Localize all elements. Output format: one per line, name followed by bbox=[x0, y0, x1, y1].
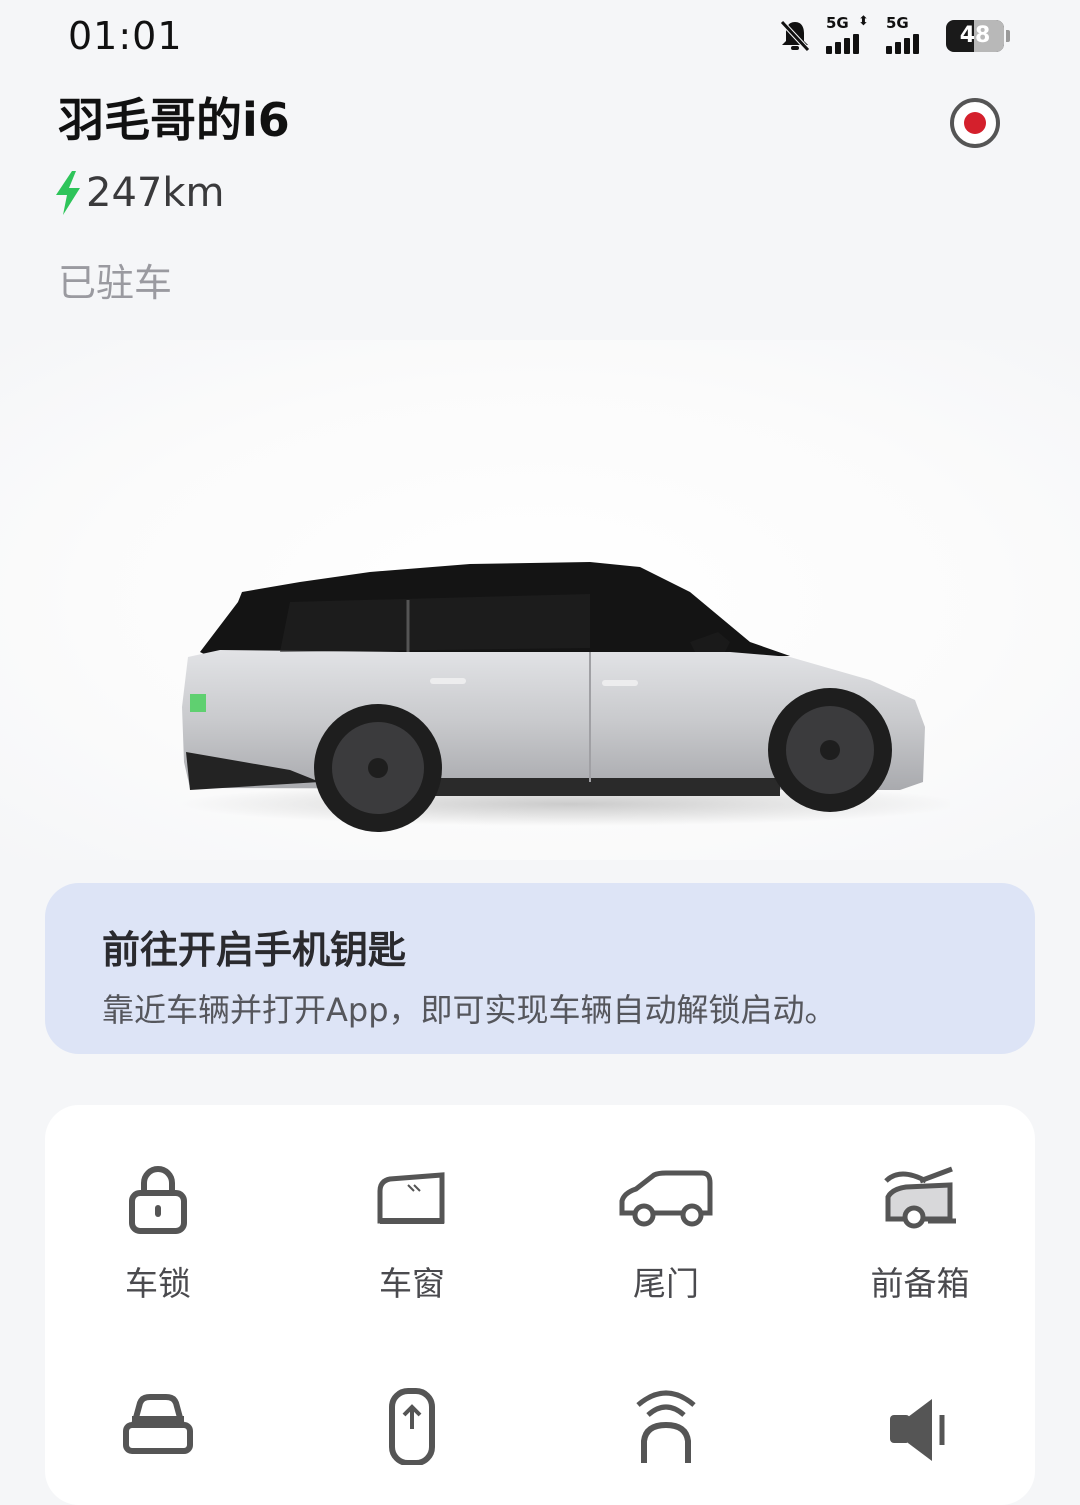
control-car-front[interactable] bbox=[58, 1385, 258, 1465]
control-lock[interactable]: 车锁 bbox=[58, 1157, 258, 1305]
control-car-top[interactable] bbox=[312, 1385, 512, 1465]
tailgate-icon bbox=[619, 1170, 713, 1227]
frunk-icon bbox=[884, 1166, 956, 1229]
window-icon bbox=[377, 1172, 445, 1224]
battery-tip bbox=[1006, 30, 1010, 42]
status-time: 01:01 bbox=[68, 14, 183, 58]
network-type-2: 5G bbox=[886, 14, 909, 32]
control-window[interactable]: 车窗 bbox=[312, 1157, 512, 1305]
vehicle-hero bbox=[0, 340, 1080, 860]
control-horn[interactable] bbox=[820, 1385, 1020, 1465]
record-dot-icon bbox=[964, 112, 986, 134]
cell-signal-2-icon: 5G bbox=[886, 14, 932, 56]
cell-signal-1-icon: 5G ⬍ bbox=[826, 14, 872, 56]
status-icons: 5G ⬍ 5G 48 bbox=[778, 14, 1010, 56]
car-front-icon bbox=[123, 1394, 193, 1454]
battery-icon: 48 bbox=[946, 20, 1004, 52]
vehicle-controls: 车锁 车窗 尾门 前备箱 bbox=[45, 1105, 1035, 1505]
range-value: 247km bbox=[86, 170, 225, 216]
car-signal-icon bbox=[636, 1390, 696, 1463]
control-car-signal[interactable] bbox=[566, 1385, 766, 1465]
lock-icon bbox=[129, 1166, 187, 1234]
record-button[interactable] bbox=[950, 98, 1000, 148]
battery-percent: 48 bbox=[959, 23, 991, 48]
control-tailgate[interactable]: 尾门 bbox=[566, 1157, 766, 1305]
phone-key-title: 前往开启手机钥匙 bbox=[102, 928, 407, 972]
network-type-1: 5G bbox=[826, 14, 849, 32]
control-frunk[interactable]: 前备箱 bbox=[820, 1157, 1020, 1305]
vehicle-name: 羽毛哥的i6 bbox=[58, 93, 290, 147]
range-indicator: 247km bbox=[54, 170, 224, 216]
status-bar: 01:01 5G ⬍ 5G 48 bbox=[0, 0, 1080, 80]
mute-bell-icon bbox=[780, 20, 810, 52]
parking-status: 已驻车 bbox=[58, 261, 173, 305]
control-label: 车窗 bbox=[379, 1264, 445, 1303]
car-top-icon bbox=[389, 1388, 435, 1465]
phone-key-description: 靠近车辆并打开App，即可实现车辆自动解锁启动。 bbox=[102, 991, 837, 1029]
car-image bbox=[180, 562, 950, 832]
horn-icon bbox=[890, 1399, 945, 1461]
control-label: 尾门 bbox=[633, 1264, 699, 1303]
control-label: 前备箱 bbox=[870, 1264, 970, 1303]
charge-bolt-icon bbox=[56, 171, 80, 215]
control-label: 车锁 bbox=[125, 1264, 191, 1303]
phone-key-banner[interactable]: 前往开启手机钥匙 靠近车辆并打开App，即可实现车辆自动解锁启动。 bbox=[45, 883, 1035, 1054]
